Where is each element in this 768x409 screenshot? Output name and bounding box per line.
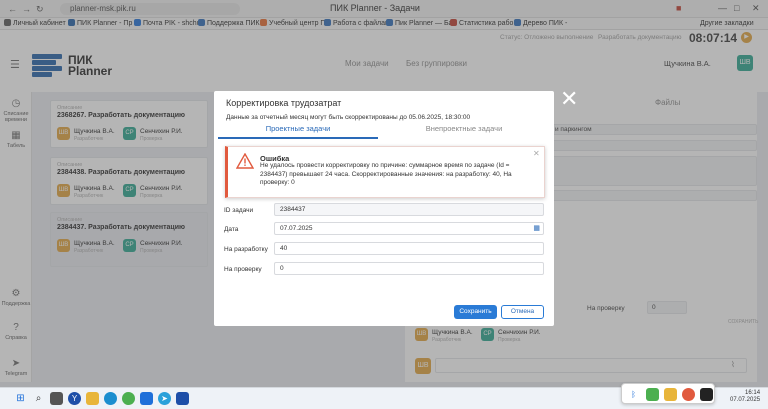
date-value: 07.07.2025 xyxy=(280,225,313,232)
task-id-field[interactable]: 2384437 xyxy=(274,203,544,216)
calendar-icon[interactable]: ▦ xyxy=(533,223,540,235)
search-icon[interactable]: ⌕ xyxy=(32,392,45,405)
close-icon[interactable]: ✕ xyxy=(560,88,578,110)
tray-app-icon-4[interactable] xyxy=(700,388,713,401)
tray-app-icon-3[interactable] xyxy=(682,388,695,401)
word-icon[interactable] xyxy=(176,392,189,405)
system-tray-popup: ᛒ xyxy=(621,383,715,404)
dialog-subtitle: Данные за отчетный месяц могут быть скор… xyxy=(226,114,471,121)
windows-start-icon[interactable]: ⊞ xyxy=(14,392,27,405)
tab-project-tasks[interactable]: Проектные задачи xyxy=(218,124,378,139)
dev-hours-field[interactable]: 40 xyxy=(274,242,544,255)
field-label-review: На проверку xyxy=(224,266,262,273)
task-view-icon[interactable] xyxy=(50,392,63,405)
tray-app-icon[interactable] xyxy=(646,388,659,401)
cancel-button[interactable]: Отмена xyxy=(501,305,544,319)
system-clock[interactable]: 16:14 07.07.2025 xyxy=(730,390,760,404)
yandex-icon[interactable]: Y xyxy=(68,392,81,405)
chrome-icon[interactable] xyxy=(122,392,135,405)
correction-dialog: Корректировка трудозатрат Данные за отче… xyxy=(214,91,554,326)
field-label-dev: На разработку xyxy=(224,246,268,253)
error-alert: Ошибка Не удалось провести корректировку… xyxy=(225,146,545,198)
telegram-icon[interactable]: ➤ xyxy=(158,392,171,405)
dialog-title: Корректировка трудозатрат xyxy=(226,98,342,108)
warning-icon xyxy=(236,153,254,169)
close-icon[interactable]: ✕ xyxy=(533,149,540,158)
tab-nonproject-tasks[interactable]: Внепроектные задачи xyxy=(384,124,544,137)
clock-date: 07.07.2025 xyxy=(730,397,761,403)
clock-time: 16:14 xyxy=(745,390,761,396)
edge-icon[interactable] xyxy=(104,392,117,405)
tray-app-icon-2[interactable] xyxy=(664,388,677,401)
field-label-date: Дата xyxy=(224,226,239,233)
folder-icon[interactable] xyxy=(86,392,99,405)
field-label-id: ID задачи xyxy=(224,207,254,214)
bluetooth-icon[interactable]: ᛒ xyxy=(627,388,640,401)
review-hours-field[interactable]: 0 xyxy=(274,262,544,275)
date-field[interactable]: 07.07.2025 ▦ xyxy=(274,222,544,235)
alert-message: Не удалось провести корректировку по при… xyxy=(260,162,512,186)
save-button[interactable]: Сохранить xyxy=(454,305,497,319)
outlook-icon[interactable] xyxy=(140,392,153,405)
